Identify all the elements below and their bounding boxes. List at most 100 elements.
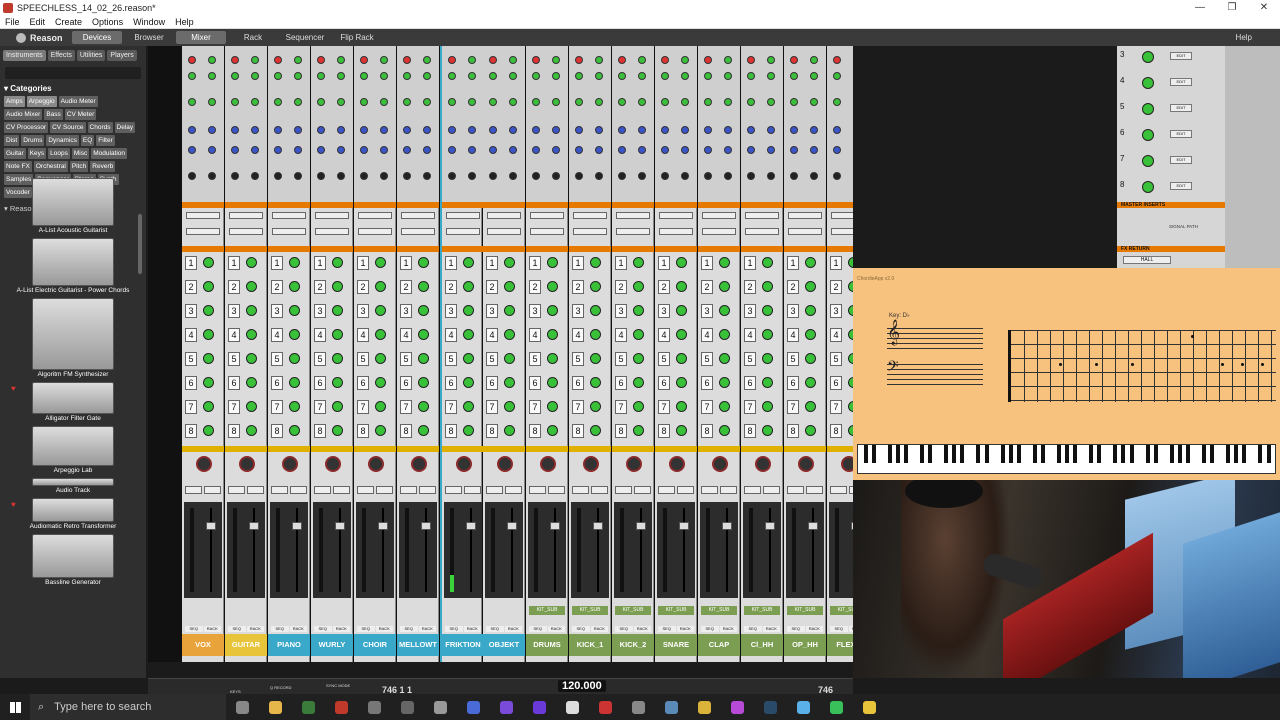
- send-number[interactable]: 8: [486, 424, 498, 438]
- eq-knob[interactable]: [810, 126, 818, 134]
- send-level-knob[interactable]: [590, 401, 601, 412]
- send-number[interactable]: 1: [228, 256, 240, 270]
- eq-knob[interactable]: [208, 172, 216, 180]
- seq-button[interactable]: SEQ: [357, 626, 375, 632]
- volume-fader[interactable]: [378, 522, 388, 530]
- tab-browser[interactable]: Browser: [124, 31, 174, 44]
- taskbar-app[interactable]: [424, 694, 457, 720]
- eq-knob[interactable]: [317, 172, 325, 180]
- send-number[interactable]: 1: [787, 256, 799, 270]
- send-level-knob[interactable]: [848, 257, 853, 268]
- eq-knob[interactable]: [403, 146, 411, 154]
- black-key[interactable]: [887, 445, 892, 463]
- eq-knob[interactable]: [231, 98, 239, 106]
- kit-sub-tab[interactable]: KIT_SUB: [572, 606, 608, 615]
- edit-inserts-button[interactable]: [530, 228, 564, 235]
- send-level-knob[interactable]: [805, 377, 816, 388]
- eq-knob[interactable]: [468, 72, 476, 80]
- eq-knob[interactable]: [360, 98, 368, 106]
- eq-knob[interactable]: [833, 172, 841, 180]
- send-level-knob[interactable]: [504, 305, 515, 316]
- send-level-knob[interactable]: [633, 353, 644, 364]
- eq-knob[interactable]: [810, 146, 818, 154]
- send-level-knob[interactable]: [203, 281, 214, 292]
- volume-fader[interactable]: [292, 522, 302, 530]
- solo-button[interactable]: [464, 486, 481, 494]
- send-level-knob[interactable]: [805, 353, 816, 364]
- rack-button[interactable]: RACK: [719, 626, 737, 632]
- fx-edit-button[interactable]: EDIT: [1170, 78, 1192, 86]
- send-number[interactable]: 7: [314, 400, 326, 414]
- send-number[interactable]: 2: [572, 280, 584, 294]
- eq-knob[interactable]: [509, 56, 517, 64]
- bypass-button[interactable]: [315, 212, 349, 219]
- send-number[interactable]: 3: [185, 304, 197, 318]
- solo-button[interactable]: [763, 486, 780, 494]
- channel-name[interactable]: MELLOWT RON: [397, 634, 439, 656]
- eq-knob[interactable]: [231, 72, 239, 80]
- eq-knob[interactable]: [468, 146, 476, 154]
- channel-name[interactable]: CLAP: [698, 634, 740, 656]
- eq-knob[interactable]: [380, 126, 388, 134]
- send-level-knob[interactable]: [633, 281, 644, 292]
- eq-knob[interactable]: [274, 56, 282, 64]
- taskbar-app[interactable]: [292, 694, 325, 720]
- eq-knob[interactable]: [294, 146, 302, 154]
- send-level-knob[interactable]: [504, 425, 515, 436]
- fx-edit-button[interactable]: EDIT: [1170, 104, 1192, 112]
- send-number[interactable]: 1: [314, 256, 326, 270]
- eq-knob[interactable]: [208, 72, 216, 80]
- send-level-knob[interactable]: [332, 329, 343, 340]
- fx-level-knob[interactable]: [1142, 155, 1154, 167]
- send-number[interactable]: 6: [445, 376, 457, 390]
- black-key[interactable]: [1258, 445, 1263, 463]
- send-level-knob[interactable]: [289, 401, 300, 412]
- eq-knob[interactable]: [704, 126, 712, 134]
- eq-knob[interactable]: [833, 146, 841, 154]
- tab-utilities[interactable]: Utilities: [76, 50, 106, 61]
- eq-knob[interactable]: [489, 98, 497, 106]
- eq-knob[interactable]: [724, 126, 732, 134]
- edit-inserts-button[interactable]: [487, 228, 521, 235]
- send-number[interactable]: 5: [658, 352, 670, 366]
- send-number[interactable]: 3: [228, 304, 240, 318]
- menu-help[interactable]: Help: [175, 17, 194, 27]
- send-level-knob[interactable]: [547, 425, 558, 436]
- send-level-knob[interactable]: [418, 257, 429, 268]
- eq-knob[interactable]: [747, 126, 755, 134]
- send-level-knob[interactable]: [463, 425, 474, 436]
- seq-button[interactable]: SEQ: [615, 626, 633, 632]
- black-key[interactable]: [1242, 445, 1247, 463]
- bypass-button[interactable]: [358, 212, 392, 219]
- send-number[interactable]: 5: [701, 352, 713, 366]
- send-level-knob[interactable]: [418, 353, 429, 364]
- eq-knob[interactable]: [661, 126, 669, 134]
- bypass-button[interactable]: [401, 212, 435, 219]
- bypass-button[interactable]: [272, 212, 306, 219]
- send-level-knob[interactable]: [203, 425, 214, 436]
- send-level-knob[interactable]: [418, 425, 429, 436]
- seq-button[interactable]: SEQ: [486, 626, 504, 632]
- eq-knob[interactable]: [810, 98, 818, 106]
- device-item[interactable]: Alligator Filter Gate ♥: [0, 382, 146, 422]
- bypass-button[interactable]: [229, 212, 263, 219]
- eq-knob[interactable]: [188, 98, 196, 106]
- solo-button[interactable]: [720, 486, 737, 494]
- category-pitch[interactable]: Pitch: [69, 161, 89, 172]
- black-key[interactable]: [960, 445, 965, 463]
- seq-button[interactable]: SEQ: [271, 626, 289, 632]
- send-number[interactable]: 4: [529, 328, 541, 342]
- send-level-knob[interactable]: [762, 281, 773, 292]
- send-number[interactable]: 2: [615, 280, 627, 294]
- send-number[interactable]: 6: [314, 376, 326, 390]
- send-number[interactable]: 2: [830, 280, 842, 294]
- kit-sub-tab[interactable]: KIT_SUB: [830, 606, 853, 615]
- send-number[interactable]: 6: [615, 376, 627, 390]
- mute-button[interactable]: [445, 486, 462, 494]
- taskbar-app[interactable]: [853, 694, 886, 720]
- fx-edit-button[interactable]: EDIT: [1170, 156, 1192, 164]
- fx-edit-button[interactable]: EDIT: [1170, 182, 1192, 190]
- send-number[interactable]: 8: [615, 424, 627, 438]
- send-level-knob[interactable]: [805, 281, 816, 292]
- eq-knob[interactable]: [595, 56, 603, 64]
